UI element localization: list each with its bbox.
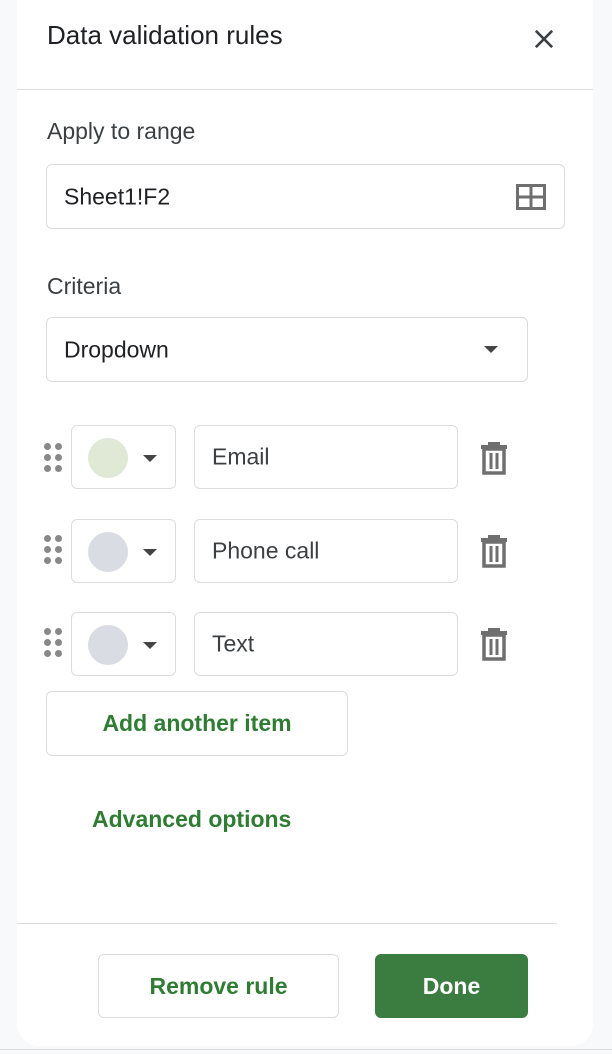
criteria-value: Dropdown — [64, 336, 169, 362]
range-input[interactable]: Sheet1!F2 — [46, 164, 565, 229]
chevron-down-icon — [484, 346, 498, 353]
grid-select-icon[interactable] — [516, 184, 546, 210]
add-item-button[interactable]: Add another item — [46, 691, 348, 756]
footer-divider — [17, 923, 557, 924]
drag-handle-icon[interactable] — [44, 443, 62, 472]
advanced-options-link[interactable]: Advanced options — [92, 806, 291, 833]
header-divider — [17, 89, 593, 90]
color-swatch — [88, 625, 128, 665]
item-value: Text — [212, 630, 255, 657]
criteria-select[interactable]: Dropdown — [46, 317, 528, 382]
delete-icon[interactable] — [479, 441, 509, 475]
item-input[interactable]: Text — [194, 612, 458, 676]
color-swatch — [88, 532, 128, 572]
drag-handle-icon[interactable] — [44, 628, 62, 657]
data-validation-panel: Data validation rules Apply to range She… — [17, 0, 593, 1046]
apply-range-label: Apply to range — [47, 118, 196, 144]
panel-title: Data validation rules — [47, 20, 283, 50]
chevron-down-icon — [143, 642, 157, 649]
criteria-label: Criteria — [47, 273, 122, 299]
done-button[interactable]: Done — [375, 954, 528, 1018]
color-picker-button[interactable] — [71, 612, 176, 676]
item-input[interactable]: Email — [194, 425, 458, 489]
remove-rule-button[interactable]: Remove rule — [98, 954, 339, 1018]
color-picker-button[interactable] — [71, 425, 176, 489]
item-value: Email — [212, 443, 270, 470]
chevron-down-icon — [143, 549, 157, 556]
bottom-divider — [0, 1049, 612, 1050]
color-swatch — [88, 438, 128, 478]
chevron-down-icon — [143, 455, 157, 462]
item-value: Phone call — [212, 537, 320, 564]
color-picker-button[interactable] — [71, 519, 176, 583]
delete-icon[interactable] — [479, 534, 509, 568]
item-input[interactable]: Phone call — [194, 519, 458, 583]
close-icon[interactable] — [530, 25, 558, 53]
drag-handle-icon[interactable] — [44, 535, 62, 564]
delete-icon[interactable] — [479, 627, 509, 661]
range-value: Sheet1!F2 — [64, 183, 171, 209]
